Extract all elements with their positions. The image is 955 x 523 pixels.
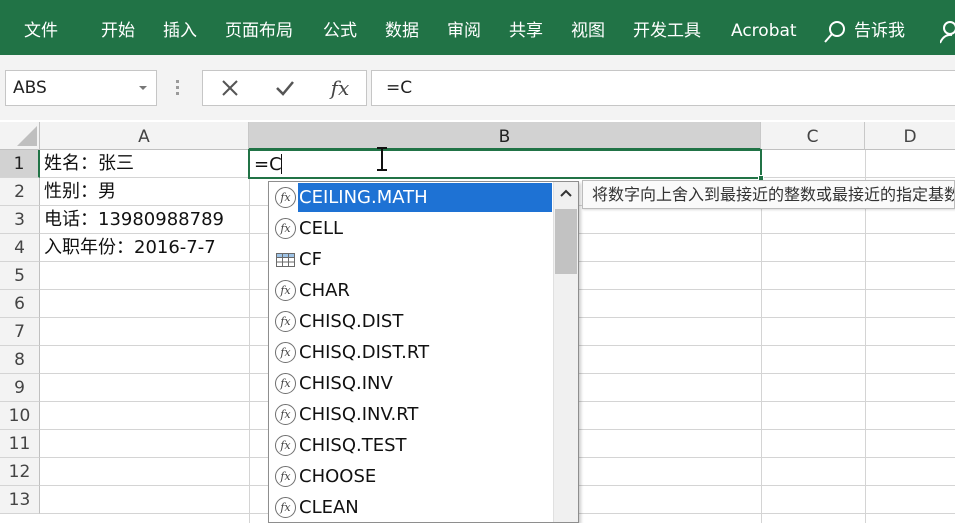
autocomplete-item-chisq-inv-rt[interactable]: fx CHISQ.INV.RT xyxy=(270,399,553,430)
formula-value: =C xyxy=(386,78,413,98)
column-header-c[interactable]: C xyxy=(761,122,865,150)
autocomplete-item-choose[interactable]: fx CHOOSE xyxy=(270,461,553,492)
tab-data[interactable]: 数据 xyxy=(385,19,419,43)
row-header-1[interactable]: 1 xyxy=(0,150,40,178)
tab-insert[interactable]: 插入 xyxy=(163,19,197,43)
autocomplete-item-char[interactable]: fx CHAR xyxy=(270,275,553,306)
user-icon[interactable] xyxy=(940,20,955,44)
ibeam-cursor-icon xyxy=(377,147,387,171)
autocomplete-item-ceiling-math[interactable]: fx CEILING.MATH xyxy=(270,182,553,213)
search-icon xyxy=(824,21,845,43)
function-icon: fx xyxy=(275,342,296,363)
select-all-corner[interactable] xyxy=(0,122,40,150)
chevron-down-icon[interactable] xyxy=(139,86,147,90)
autocomplete-item-chisq-test[interactable]: fx CHISQ.TEST xyxy=(270,430,553,461)
x-cancel-icon xyxy=(222,80,238,96)
scrollbar-thumb[interactable] xyxy=(555,209,577,274)
row-header-10[interactable]: 10 xyxy=(0,402,40,430)
insert-function-button[interactable]: fx xyxy=(313,71,367,105)
autocomplete-item-chisq-inv[interactable]: fx CHISQ.INV xyxy=(270,368,553,399)
tab-view[interactable]: 视图 xyxy=(571,19,605,43)
function-icon: fx xyxy=(275,187,296,208)
function-autocomplete-list[interactable]: fx CEILING.MATH fx CELL CF fx CHAR fx CH… xyxy=(268,181,579,523)
row-header-5[interactable]: 5 xyxy=(0,262,40,290)
autocomplete-item-cell[interactable]: fx CELL xyxy=(270,213,553,244)
name-box[interactable]: ABS xyxy=(5,70,157,106)
row-header-6[interactable]: 6 xyxy=(0,290,40,318)
autocomplete-scrollbar[interactable] xyxy=(553,182,578,522)
chevron-up-icon[interactable] xyxy=(560,189,572,197)
formula-bar-area: ABS fx =C xyxy=(0,55,955,120)
tab-developer[interactable]: 开发工具 xyxy=(633,19,701,43)
autocomplete-item-chisq-dist-rt[interactable]: fx CHISQ.DIST.RT xyxy=(270,337,553,368)
function-icon: fx xyxy=(275,373,296,394)
autocomplete-item-label: CHISQ.INV.RT xyxy=(299,404,419,425)
autocomplete-item-label: CHAR xyxy=(299,280,350,301)
cell-a1[interactable]: 姓名：张三 xyxy=(44,150,134,178)
cell-a2[interactable]: 性别：男 xyxy=(44,178,116,206)
cell-a4[interactable]: 入职年份：2016-7-7 xyxy=(44,234,216,262)
function-icon: fx xyxy=(275,497,296,518)
checkmark-enter-icon xyxy=(276,81,294,96)
tab-formulas[interactable]: 公式 xyxy=(323,19,357,43)
autocomplete-item-label: CHISQ.DIST.RT xyxy=(299,342,430,363)
function-tooltip-text: 将数字向上舍入到最接近的整数或最接近的指定基数的倍数 xyxy=(592,185,954,204)
row-header-4[interactable]: 4 xyxy=(0,234,40,262)
formula-input[interactable]: =C xyxy=(371,70,955,106)
row-header-11[interactable]: 11 xyxy=(0,430,40,458)
active-cell-b1[interactable]: =C xyxy=(248,149,762,179)
autocomplete-item-cf[interactable]: CF xyxy=(270,244,553,275)
table-name-icon xyxy=(276,253,295,267)
tab-page-layout[interactable]: 页面布局 xyxy=(225,19,293,43)
row-header-8[interactable]: 8 xyxy=(0,346,40,374)
cell-a3[interactable]: 电话：13980988789 xyxy=(44,206,224,234)
row-header-2[interactable]: 2 xyxy=(0,178,40,206)
row-header-13[interactable]: 13 xyxy=(0,486,40,514)
active-cell-value: =C xyxy=(254,154,282,175)
text-caret xyxy=(281,154,282,174)
autocomplete-item-label: CHISQ.TEST xyxy=(299,435,407,456)
row-header-9[interactable]: 9 xyxy=(0,374,40,402)
autocomplete-item-label: CELL xyxy=(299,218,343,239)
drag-handle-icon[interactable] xyxy=(176,80,180,96)
autocomplete-item-label: CHOOSE xyxy=(299,466,377,487)
autocomplete-item-clean[interactable]: fx CLEAN xyxy=(270,492,553,523)
autocomplete-item-label: CEILING.MATH xyxy=(298,183,552,212)
column-header-a[interactable]: A xyxy=(40,122,249,150)
function-icon: fx xyxy=(275,466,296,487)
autocomplete-item-label: CHISQ.INV xyxy=(299,373,393,394)
autocomplete-item-label: CHISQ.DIST xyxy=(299,311,404,332)
cancel-button[interactable] xyxy=(203,71,257,105)
function-icon: fx xyxy=(275,280,296,301)
fx-icon: fx xyxy=(330,76,350,100)
function-tooltip: 将数字向上舍入到最接近的整数或最接近的指定基数的倍数 xyxy=(582,180,955,209)
ribbon: 文件 开始 插入 页面布局 公式 数据 审阅 共享 视图 开发工具 Acroba… xyxy=(0,0,955,55)
autocomplete-item-chisq-dist[interactable]: fx CHISQ.DIST xyxy=(270,306,553,337)
tab-acrobat[interactable]: Acrobat xyxy=(731,19,797,43)
function-icon: fx xyxy=(275,404,296,425)
tab-home[interactable]: 开始 xyxy=(101,19,135,43)
tab-review[interactable]: 审阅 xyxy=(447,19,481,43)
function-icon: fx xyxy=(275,218,296,239)
row-header-3[interactable]: 3 xyxy=(0,206,40,234)
column-header-d[interactable]: D xyxy=(865,122,955,150)
row-header-7[interactable]: 7 xyxy=(0,318,40,346)
autocomplete-item-label: CLEAN xyxy=(299,497,359,518)
tab-file[interactable]: 文件 xyxy=(24,19,58,43)
enter-button[interactable] xyxy=(258,71,312,105)
formula-buttons: fx xyxy=(202,70,367,106)
function-icon: fx xyxy=(275,435,296,456)
tell-me-label: 告诉我 xyxy=(854,21,905,41)
column-header-b[interactable]: B xyxy=(249,122,761,150)
tab-share[interactable]: 共享 xyxy=(509,19,543,43)
function-icon: fx xyxy=(275,311,296,332)
autocomplete-item-label: CF xyxy=(299,249,322,270)
row-header-12[interactable]: 12 xyxy=(0,458,40,486)
name-box-value: ABS xyxy=(13,78,47,98)
